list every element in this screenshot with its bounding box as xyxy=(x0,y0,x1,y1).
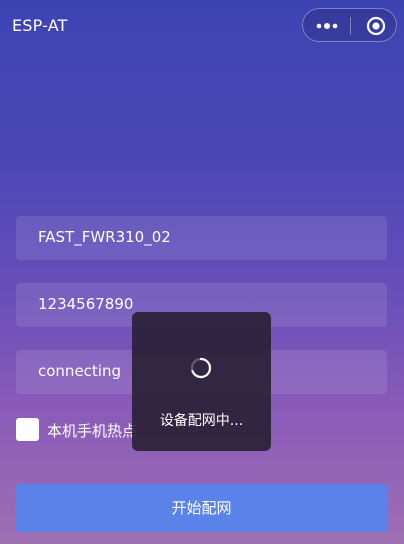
target-close-icon[interactable] xyxy=(365,15,387,37)
hotspot-checkbox[interactable] xyxy=(16,418,39,441)
loading-toast: 设备配网中... xyxy=(132,312,271,451)
capsule-divider xyxy=(350,17,351,35)
loading-spinner-icon xyxy=(190,357,212,379)
status-value: connecting xyxy=(38,362,121,380)
mini-program-capsule xyxy=(302,8,397,42)
toast-message: 设备配网中... xyxy=(159,413,244,429)
app-title: ESP-AT xyxy=(12,16,68,35)
password-value: 1234567890 xyxy=(38,295,134,313)
more-dots-icon[interactable] xyxy=(314,19,340,33)
ssid-field[interactable]: FAST_FWR310_02 xyxy=(16,216,387,260)
start-provisioning-button[interactable]: 开始配网 xyxy=(15,484,388,532)
app-screen: ESP-AT FAST_FWR310_02 1234567890 connect… xyxy=(0,0,404,544)
ssid-value: FAST_FWR310_02 xyxy=(38,228,171,246)
